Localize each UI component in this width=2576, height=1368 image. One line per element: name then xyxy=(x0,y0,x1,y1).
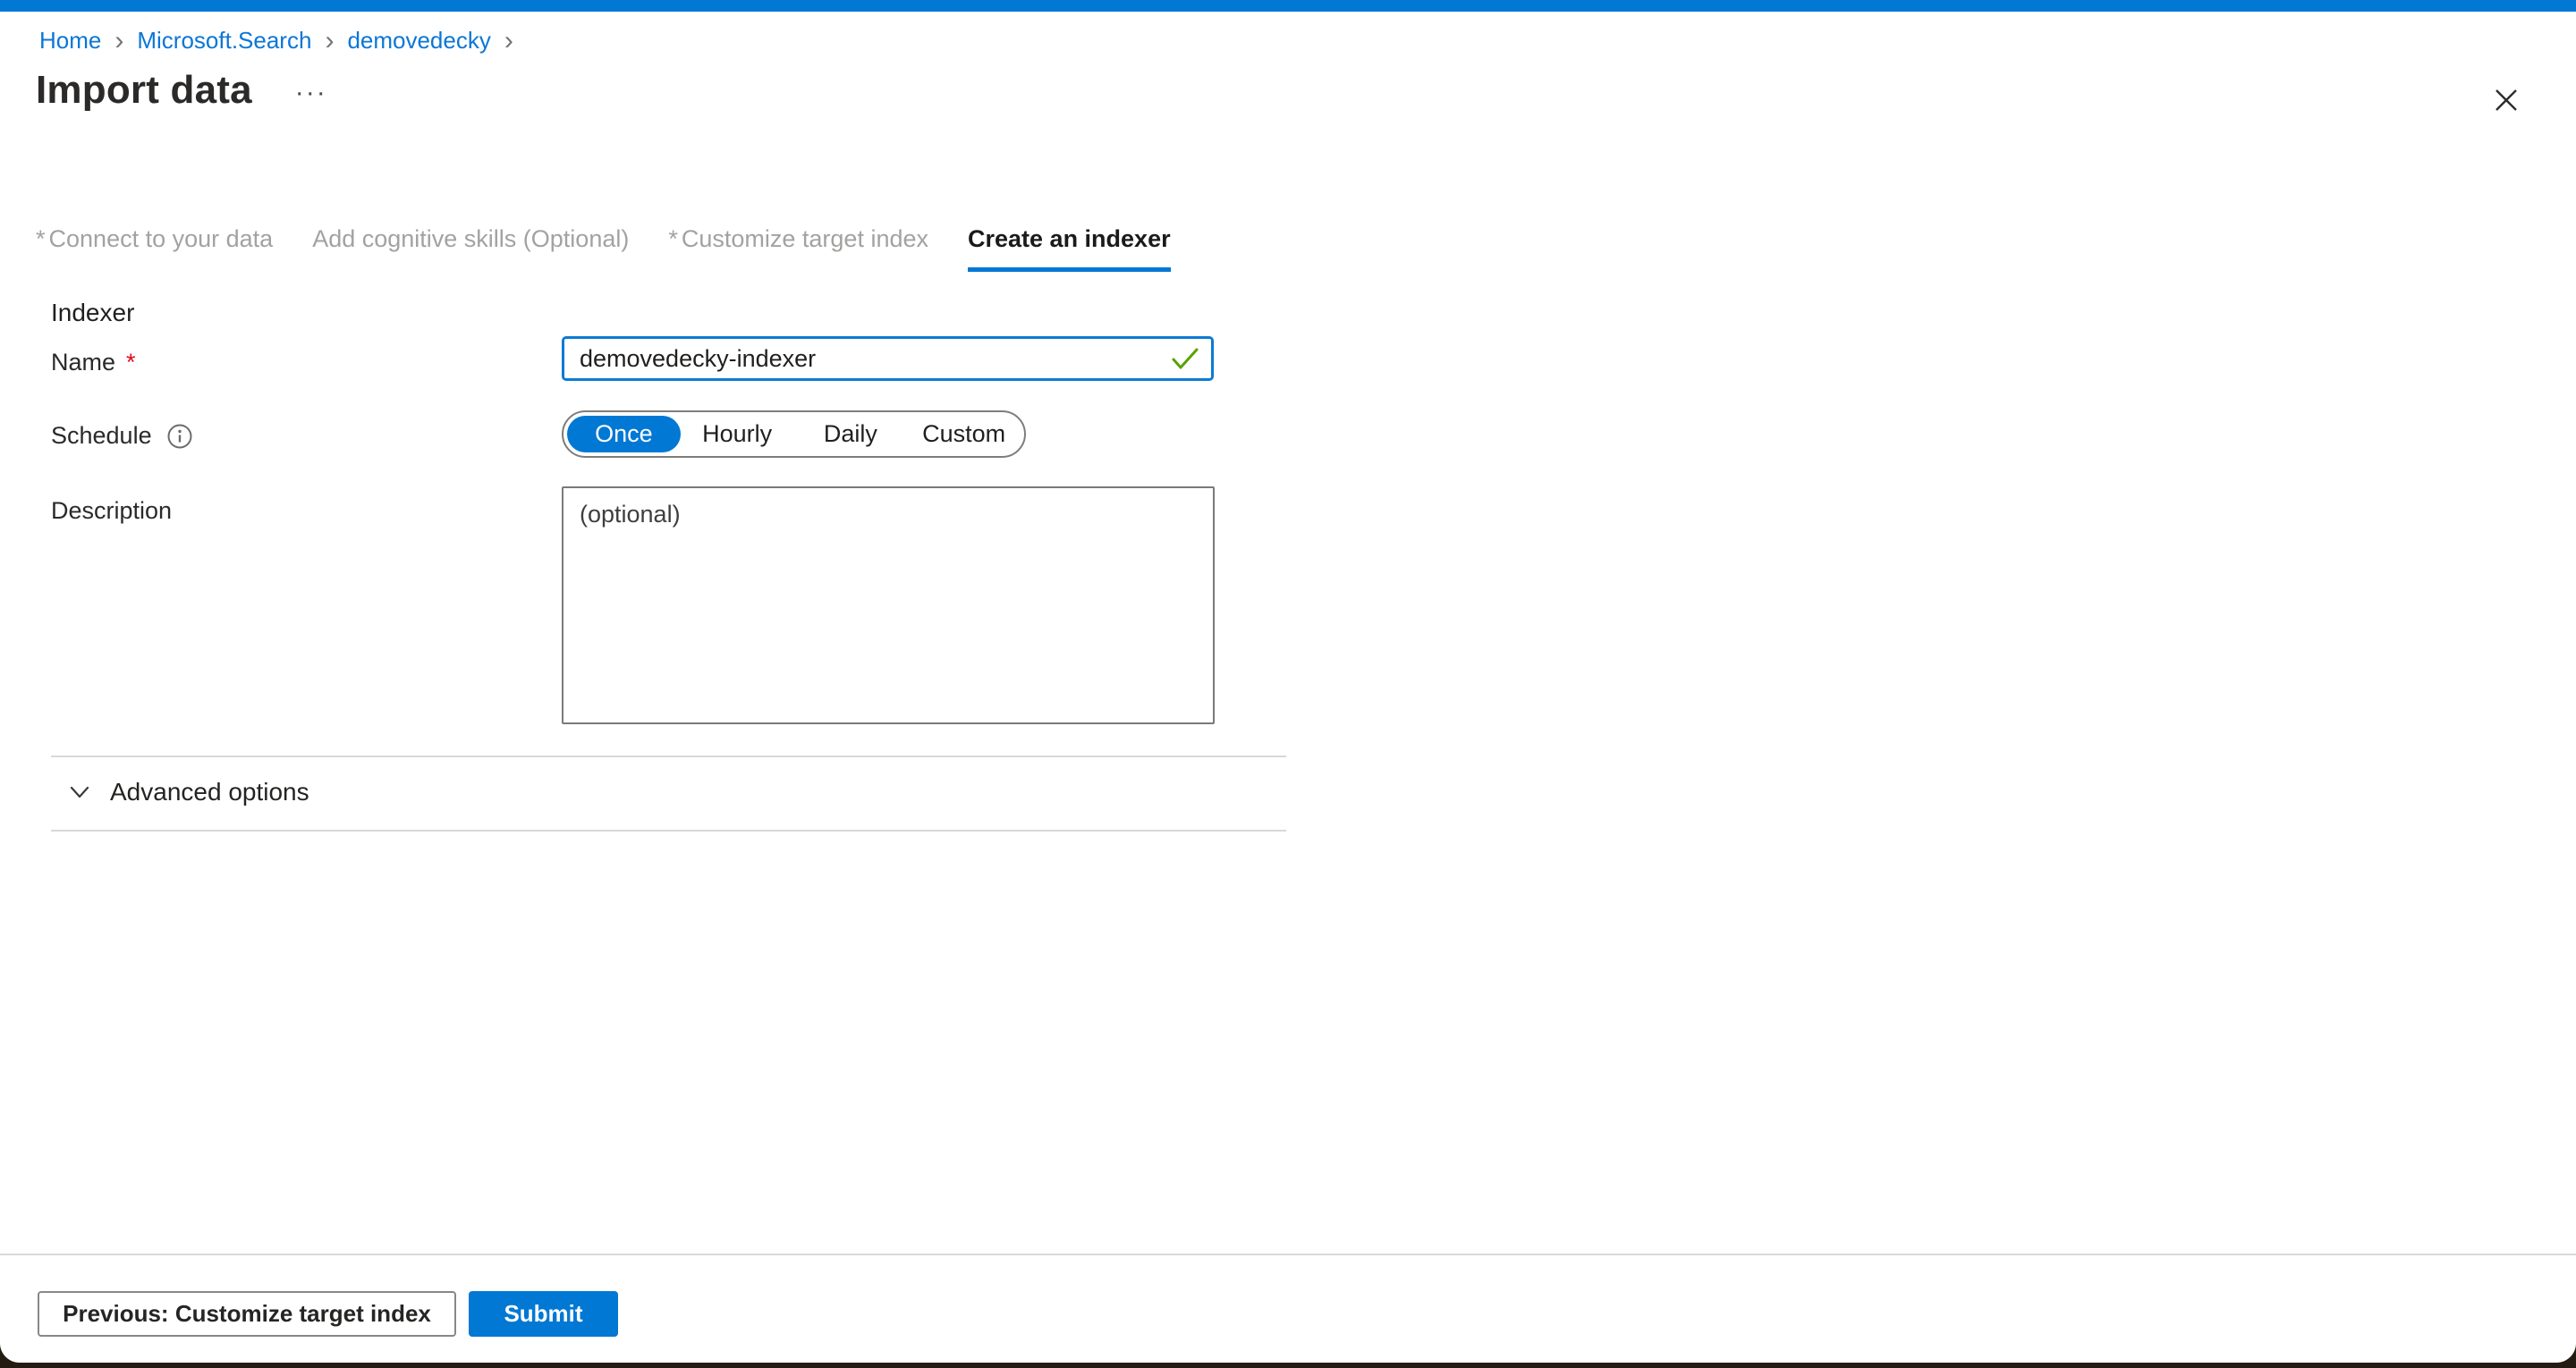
name-field-label: Name * xyxy=(51,349,136,376)
indexer-name-input[interactable] xyxy=(562,336,1214,381)
required-marker: * xyxy=(36,225,46,252)
tab-label: Create an indexer xyxy=(968,225,1171,252)
tab-add-cognitive-skills[interactable]: Add cognitive skills (Optional) xyxy=(312,225,629,267)
more-actions-ellipsis-icon[interactable]: ··· xyxy=(295,84,327,102)
advanced-options-toggle[interactable]: Advanced options xyxy=(67,778,309,806)
description-textarea[interactable] xyxy=(562,486,1215,724)
indexer-section-heading: Indexer xyxy=(51,299,134,327)
schedule-option-daily[interactable]: Daily xyxy=(794,416,908,452)
schedule-option-custom[interactable]: Custom xyxy=(907,416,1021,452)
footer-buttons: Previous: Customize target index Submit xyxy=(38,1291,618,1337)
info-icon[interactable] xyxy=(166,423,193,450)
schedule-option-hourly[interactable]: Hourly xyxy=(681,416,794,452)
close-button[interactable] xyxy=(2488,82,2524,118)
page-title: Import data xyxy=(36,68,252,113)
tab-label: Customize target index xyxy=(682,225,928,252)
submit-button[interactable]: Submit xyxy=(469,1291,618,1337)
schedule-label-text: Schedule xyxy=(51,422,152,450)
chevron-right-icon: › xyxy=(504,30,513,53)
footer-bar: Previous: Customize target index Submit xyxy=(0,1254,2576,1363)
name-input-wrap xyxy=(562,336,1214,381)
tab-connect-to-your-data[interactable]: *Connect to your data xyxy=(36,225,273,267)
required-marker: * xyxy=(668,225,678,252)
page-header: Import data ··· xyxy=(36,68,327,113)
required-asterisk: * xyxy=(126,349,136,376)
breadcrumb-link-home[interactable]: Home xyxy=(39,27,101,55)
azure-top-accent-bar xyxy=(0,0,2576,12)
tab-label: Add cognitive skills (Optional) xyxy=(312,225,629,252)
chevron-right-icon: › xyxy=(325,30,334,53)
schedule-field-label: Schedule xyxy=(51,422,193,450)
description-label-text: Description xyxy=(51,497,172,525)
schedule-option-once[interactable]: Once xyxy=(567,416,681,452)
browser-page: Home › Microsoft.Search › demovedecky › … xyxy=(0,0,2576,1363)
breadcrumb: Home › Microsoft.Search › demovedecky › xyxy=(39,27,513,55)
name-label-text: Name xyxy=(51,349,115,376)
advanced-options-label: Advanced options xyxy=(110,778,309,806)
close-icon xyxy=(2492,86,2521,114)
schedule-toggle-group: Once Hourly Daily Custom xyxy=(562,410,1026,458)
wizard-tabs: *Connect to your data Add cognitive skil… xyxy=(36,225,1171,272)
breadcrumb-link-demovedecky[interactable]: demovedecky xyxy=(347,27,490,55)
advanced-options-section: Advanced options xyxy=(51,756,1286,832)
previous-step-button[interactable]: Previous: Customize target index xyxy=(38,1291,456,1337)
tab-create-an-indexer[interactable]: Create an indexer xyxy=(968,225,1171,272)
breadcrumb-link-microsoft-search[interactable]: Microsoft.Search xyxy=(137,27,311,55)
tab-label: Connect to your data xyxy=(49,225,274,252)
tab-customize-target-index[interactable]: *Customize target index xyxy=(668,225,928,267)
chevron-down-icon xyxy=(67,780,92,805)
chevron-right-icon: › xyxy=(114,30,123,53)
description-field-label: Description xyxy=(51,497,172,525)
